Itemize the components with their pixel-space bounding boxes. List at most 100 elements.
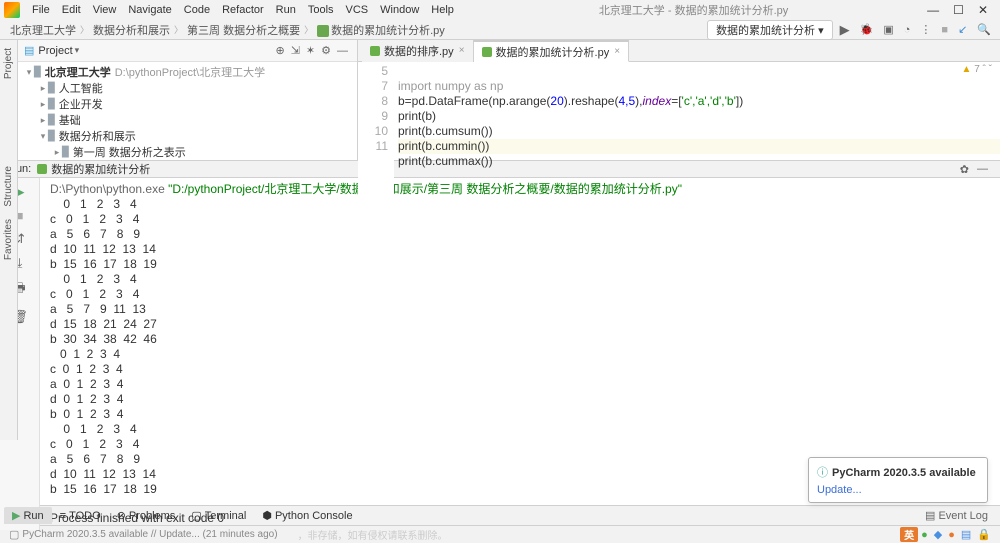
line-gutter: 5 7 8 9 10 11 <box>358 62 394 199</box>
more-button[interactable]: ⋮ <box>917 23 934 36</box>
chevron-down-icon: ▾ <box>818 25 824 37</box>
status-icon[interactable]: ◆ <box>931 528 945 541</box>
folder-icon: ▉ <box>48 131 56 142</box>
project-tree: ▾ ▉ 北京理工大学 D:\pythonProject\北京理工大学 ▸▉人工智… <box>18 62 357 160</box>
collapse-button[interactable]: ✶ <box>303 44 318 57</box>
ime-indicator[interactable]: 英 <box>900 527 918 542</box>
menu-navigate[interactable]: Navigate <box>122 4 177 16</box>
run-config-name: 数据的累加统计分析 <box>51 161 150 177</box>
tree-folder[interactable]: ▸▉基础 <box>18 112 357 128</box>
window-title: 北京理工大学 - 数据的累加统计分析.py <box>460 2 927 18</box>
warning-icon: ▲ <box>962 64 972 75</box>
inspection-widget[interactable]: ▲ 7 ˆ ˇ <box>962 64 992 75</box>
chevron-icon: ˆ ˇ <box>983 64 992 75</box>
tab-python-console[interactable]: ⬢Python Console <box>254 507 360 524</box>
status-icon[interactable]: ▤ <box>958 528 974 541</box>
close-button[interactable]: ✕ <box>978 3 988 17</box>
watermark-text: ，非存储，如有侵权请联系删除。 <box>298 527 448 542</box>
menu-refactor[interactable]: Refactor <box>216 4 270 16</box>
python-file-icon <box>317 25 329 37</box>
expand-icon[interactable]: ▸ <box>38 115 48 126</box>
titlebar: File Edit View Navigate Code Refactor Ru… <box>0 0 1000 20</box>
project-header-label[interactable]: Project <box>38 45 72 57</box>
maximize-button[interactable]: ☐ <box>953 3 964 17</box>
menu-code[interactable]: Code <box>178 4 216 16</box>
vcs-update-button[interactable]: ↙ <box>955 23 970 36</box>
status-icon[interactable]: ● <box>945 529 958 541</box>
left-tool-strip: Project <box>0 40 18 160</box>
tool-window-button[interactable]: ▢ <box>6 528 22 541</box>
tree-folder[interactable]: ▸▉第一周 数据分析之表示 <box>18 144 357 160</box>
menu-tools[interactable]: Tools <box>302 4 340 16</box>
menu-view[interactable]: View <box>87 4 123 16</box>
todo-icon: ≡ <box>60 510 66 522</box>
info-icon: ⓘ <box>817 467 828 479</box>
coverage-button[interactable]: ▣ <box>880 23 896 36</box>
settings-icon[interactable]: ⚙ <box>318 44 334 57</box>
menu-file[interactable]: File <box>26 4 56 16</box>
editor-tabs: 数据的排序.py × 数据的累加统计分析.py × <box>358 40 1000 62</box>
run-icon: ▶ <box>12 509 20 522</box>
chevron-right-icon: 〉 <box>304 23 313 36</box>
editor-tab[interactable]: 数据的排序.py × <box>362 40 474 62</box>
breadcrumb[interactable]: 北京理工大学 <box>6 22 80 38</box>
chevron-right-icon: 〉 <box>174 23 183 36</box>
breadcrumb[interactable]: 数据分析和展示 <box>89 22 174 38</box>
editor-tab-active[interactable]: 数据的累加统计分析.py × <box>474 40 630 62</box>
run-button[interactable]: ▶ <box>837 22 853 38</box>
folder-icon: ▉ <box>48 115 56 126</box>
tab-terminal[interactable]: ▢Terminal <box>183 507 254 524</box>
editor-area: 数据的排序.py × 数据的累加统计分析.py × 5 7 8 9 10 11 … <box>358 40 1000 160</box>
folder-icon: ▉ <box>34 67 42 78</box>
tab-event-log[interactable]: ▤Event Log <box>917 507 996 524</box>
menu-window[interactable]: Window <box>374 4 425 16</box>
lock-icon[interactable]: 🔒 <box>974 528 994 541</box>
project-icon: ▤ <box>24 44 34 57</box>
profile-button[interactable]: ◔ <box>901 24 914 36</box>
expand-icon[interactable]: ▸ <box>52 147 62 158</box>
expand-icon[interactable]: ▸ <box>38 83 48 94</box>
status-icon[interactable]: ● <box>918 529 931 541</box>
tree-folder[interactable]: ▸▉人工智能 <box>18 80 357 96</box>
tab-problems[interactable]: ⊘Problems <box>109 507 184 524</box>
locate-button[interactable]: ⊕ <box>272 44 287 57</box>
menu-help[interactable]: Help <box>425 4 460 16</box>
favorites-tool-tab[interactable]: Favorites <box>3 213 14 266</box>
left-bottom-strip: Structure Favorites <box>0 160 18 440</box>
menu-edit[interactable]: Edit <box>56 4 87 16</box>
python-file-icon <box>37 164 47 174</box>
menu-vcs[interactable]: VCS <box>340 4 375 16</box>
tree-folder[interactable]: ▾▉数据分析和展示 <box>18 128 357 144</box>
expand-icon[interactable]: ▸ <box>38 99 48 110</box>
event-log-icon: ▤ <box>925 509 935 522</box>
run-config-dropdown[interactable]: 数据的累加统计分析 ▾ <box>707 20 833 40</box>
minimize-button[interactable]: — <box>927 3 939 17</box>
tree-root[interactable]: ▾ ▉ 北京理工大学 D:\pythonProject\北京理工大学 <box>18 64 357 80</box>
debug-button[interactable]: 🐞 <box>857 23 877 36</box>
tab-todo[interactable]: ≡TODO <box>52 508 109 524</box>
breadcrumb-file[interactable]: 数据的累加统计分析.py <box>313 22 449 38</box>
navigation-bar: 北京理工大学 〉 数据分析和展示 〉 第三周 数据分析之概要 〉 数据的累加统计… <box>0 20 1000 40</box>
update-link[interactable]: Update... <box>817 484 979 496</box>
tree-folder[interactable]: ▸▉企业开发 <box>18 96 357 112</box>
folder-icon: ▉ <box>62 147 70 158</box>
structure-tool-tab[interactable]: Structure <box>3 160 14 213</box>
hide-button[interactable]: — <box>334 45 351 57</box>
close-icon[interactable]: × <box>459 45 465 56</box>
editor-body[interactable]: 5 7 8 9 10 11 import numpy as npb=pd.Dat… <box>358 62 1000 199</box>
expand-icon[interactable]: ▾ <box>38 131 48 142</box>
search-icon[interactable]: 🔍 <box>974 23 994 36</box>
collapse-icon[interactable]: ▾ <box>24 67 34 78</box>
project-tool-tab[interactable]: Project <box>3 44 14 83</box>
close-icon[interactable]: × <box>614 46 620 57</box>
popup-title: PyCharm 2020.3.5 available <box>832 467 976 479</box>
menu-run[interactable]: Run <box>270 4 302 16</box>
expand-button[interactable]: ⇲ <box>288 44 303 57</box>
breadcrumb[interactable]: 第三周 数据分析之概要 <box>183 22 304 38</box>
tab-run[interactable]: ▶Run <box>4 507 52 524</box>
chevron-down-icon[interactable]: ▾ <box>75 45 80 56</box>
stop-button[interactable]: ■ <box>938 24 951 36</box>
code-area[interactable]: import numpy as npb=pd.DataFrame(np.aran… <box>394 62 1000 199</box>
run-tool-window: Run: 数据的累加统计分析 ✿ — ▶ ■ ⇵ ⤓ 🖶 🗑 D:\Python… <box>0 160 1000 505</box>
problems-icon: ⊘ <box>117 509 126 522</box>
